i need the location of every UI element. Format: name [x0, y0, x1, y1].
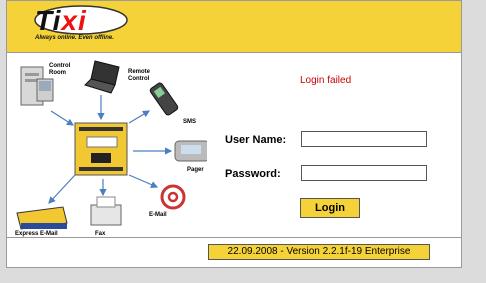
express-email-icon	[16, 206, 68, 230]
label-sms: SMS	[183, 119, 197, 125]
login-error-message: Login failed	[300, 75, 352, 86]
fax-icon	[90, 196, 122, 226]
username-label: User Name:	[225, 134, 287, 146]
logo-tagline: Always online. Even offline.	[35, 35, 114, 41]
phone-icon	[149, 82, 179, 116]
arrow-express	[48, 174, 76, 204]
tixi-device-icon	[74, 122, 128, 176]
tixi-logo: Tixi Always online. Even offline.	[31, 5, 131, 45]
system-diagram: Control Room Remote Control SMS Pager E-…	[7, 53, 207, 237]
login-panel: Tixi Always online. Even offline. Contro…	[6, 0, 462, 268]
login-button[interactable]: Login	[300, 198, 360, 218]
label-pager: Pager	[187, 167, 204, 173]
version-label: 22.09.2008 - Version 2.2.1f-19 Enterpris…	[208, 244, 430, 260]
laptop-icon	[84, 60, 120, 94]
logo-wordmark: Tixi	[35, 5, 87, 37]
password-label: Password:	[225, 168, 281, 180]
label-remote-control: Remote Control	[128, 69, 151, 82]
username-input[interactable]	[301, 131, 427, 147]
header-bar: Tixi Always online. Even offline.	[7, 1, 461, 53]
logo-text-ti: Ti	[35, 5, 62, 36]
arrow-sms	[128, 110, 151, 124]
password-input[interactable]	[301, 165, 427, 181]
diagram-graphic	[16, 60, 207, 230]
label-email: E-Mail	[149, 212, 167, 218]
label-control-room: Control Room	[49, 63, 71, 76]
email-at-icon	[160, 184, 186, 210]
arrow-control-room	[50, 110, 75, 126]
logo-text-xi: xi	[61, 5, 87, 36]
footer-divider	[7, 237, 461, 238]
arrow-email	[128, 174, 159, 188]
pager-icon	[174, 140, 207, 162]
